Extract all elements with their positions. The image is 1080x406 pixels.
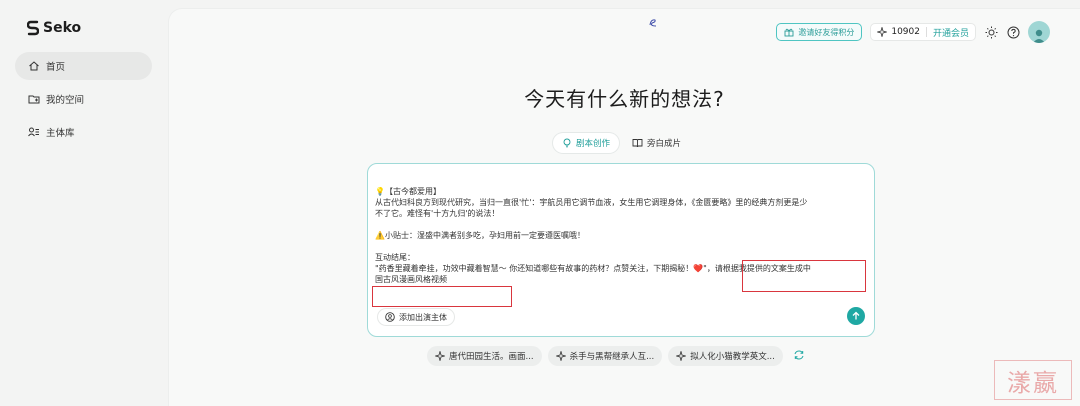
user-icon <box>1033 29 1045 43</box>
sidebar-item-my-space[interactable]: 我的空间 <box>15 85 152 113</box>
sidebar-item-label: 主体库 <box>46 128 75 139</box>
home-icon <box>28 60 40 72</box>
add-person-icon <box>385 312 395 322</box>
suggestion-label: 唐代田园生活。画面... <box>449 352 534 362</box>
sidebar-item-home[interactable]: 首页 <box>15 52 152 80</box>
prompt-line-blank <box>375 241 870 252</box>
tab-script-creation[interactable]: 剧本创作 <box>553 133 620 153</box>
prompt-line: 从古代妇科良方到现代研究，当归一直很'忙'：宇航员用它调节血液，女生用它调理身体… <box>375 198 808 207</box>
invite-label: 邀请好友得积分 <box>798 27 855 37</box>
sidebar: Seko 首页 我的空间 主体库 <box>0 0 166 406</box>
sparkle-icon <box>877 27 888 37</box>
mode-tabs: 剧本创作 旁白成片 <box>553 133 690 153</box>
book-icon <box>632 139 643 148</box>
sidebar-nav: 首页 我的空间 主体库 <box>15 52 152 151</box>
tab-label: 旁白成片 <box>647 139 682 149</box>
sparkle-icon <box>676 351 687 361</box>
prompt-line: ⚠️小贴士：湿盛中满者别多吃，孕妇用前一定要遵医嘱哦！ <box>375 231 585 240</box>
theme-toggle-icon[interactable] <box>984 25 998 39</box>
sparkle-icon <box>555 351 566 361</box>
send-button[interactable] <box>847 307 865 325</box>
arrow-up-icon <box>852 311 860 320</box>
invite-friends-button[interactable]: 邀请好友得积分 <box>776 23 863 41</box>
highlight-box <box>372 286 512 307</box>
add-entity-button[interactable]: 添加出演主体 <box>377 308 455 326</box>
divider <box>925 27 927 37</box>
main-panel: 邀请好友得积分 10902 开通会员 今天有什么新的想法? 剧本创作 旁白成片 <box>168 8 1080 406</box>
points-badge[interactable]: 10902 开通会员 <box>870 23 976 41</box>
points-value: 10902 <box>891 27 920 37</box>
tab-label: 剧本创作 <box>576 139 611 149</box>
highlight-box <box>742 260 866 292</box>
brand-logo[interactable]: Seko <box>27 20 81 36</box>
help-icon[interactable] <box>1006 25 1020 39</box>
seko-logo-icon <box>27 20 39 36</box>
sidebar-item-entity-library[interactable]: 主体库 <box>15 118 152 146</box>
avatar[interactable] <box>1028 21 1050 43</box>
add-entity-label: 添加出演主体 <box>399 312 447 322</box>
watermark-stamp: 漾嬴 <box>994 360 1072 400</box>
sidebar-item-label: 我的空间 <box>46 95 85 106</box>
sidebar-item-label: 首页 <box>46 62 66 73</box>
people-list-icon <box>28 126 40 138</box>
topbar: 邀请好友得积分 10902 开通会员 <box>776 21 1050 43</box>
page-title: 今天有什么新的想法? <box>524 87 725 111</box>
brand-name: Seko <box>43 20 82 36</box>
prompt-line: 💡【古今都爱用】 <box>375 187 441 196</box>
vip-button[interactable]: 开通会员 <box>933 26 969 39</box>
prompt-line-blank <box>375 219 870 230</box>
suggestion-list: 唐代田园生活。画面... 杀手与黑帮继承人互... 拟人化小猫教学英文... <box>427 346 807 366</box>
lightbulb-icon <box>563 138 571 148</box>
sparkle-icon <box>435 351 445 361</box>
suggestion-chip[interactable]: 唐代田园生活。画面... <box>427 346 542 366</box>
suggestion-chip[interactable]: 拟人化小猫教学英文... <box>668 346 783 366</box>
suggestion-label: 拟人化小猫教学英文... <box>690 352 775 362</box>
prompt-editor[interactable]: 💡【古今都爱用】 从古代妇科良方到现代研究，当归一直很'忙'：宇航员用它调节血液… <box>367 163 875 337</box>
folder-icon <box>28 93 40 105</box>
tab-narration-film[interactable]: 旁白成片 <box>623 133 690 153</box>
suggestion-chip[interactable]: 杀手与黑帮继承人互... <box>547 346 663 366</box>
suggestion-label: 杀手与黑帮继承人互... <box>569 352 655 362</box>
refresh-icon[interactable] <box>793 349 807 363</box>
prompt-line: 不了它。难怪有'十方九归'的说法！ <box>375 209 500 218</box>
script-mark-icon <box>647 17 659 32</box>
gift-icon <box>784 28 794 37</box>
